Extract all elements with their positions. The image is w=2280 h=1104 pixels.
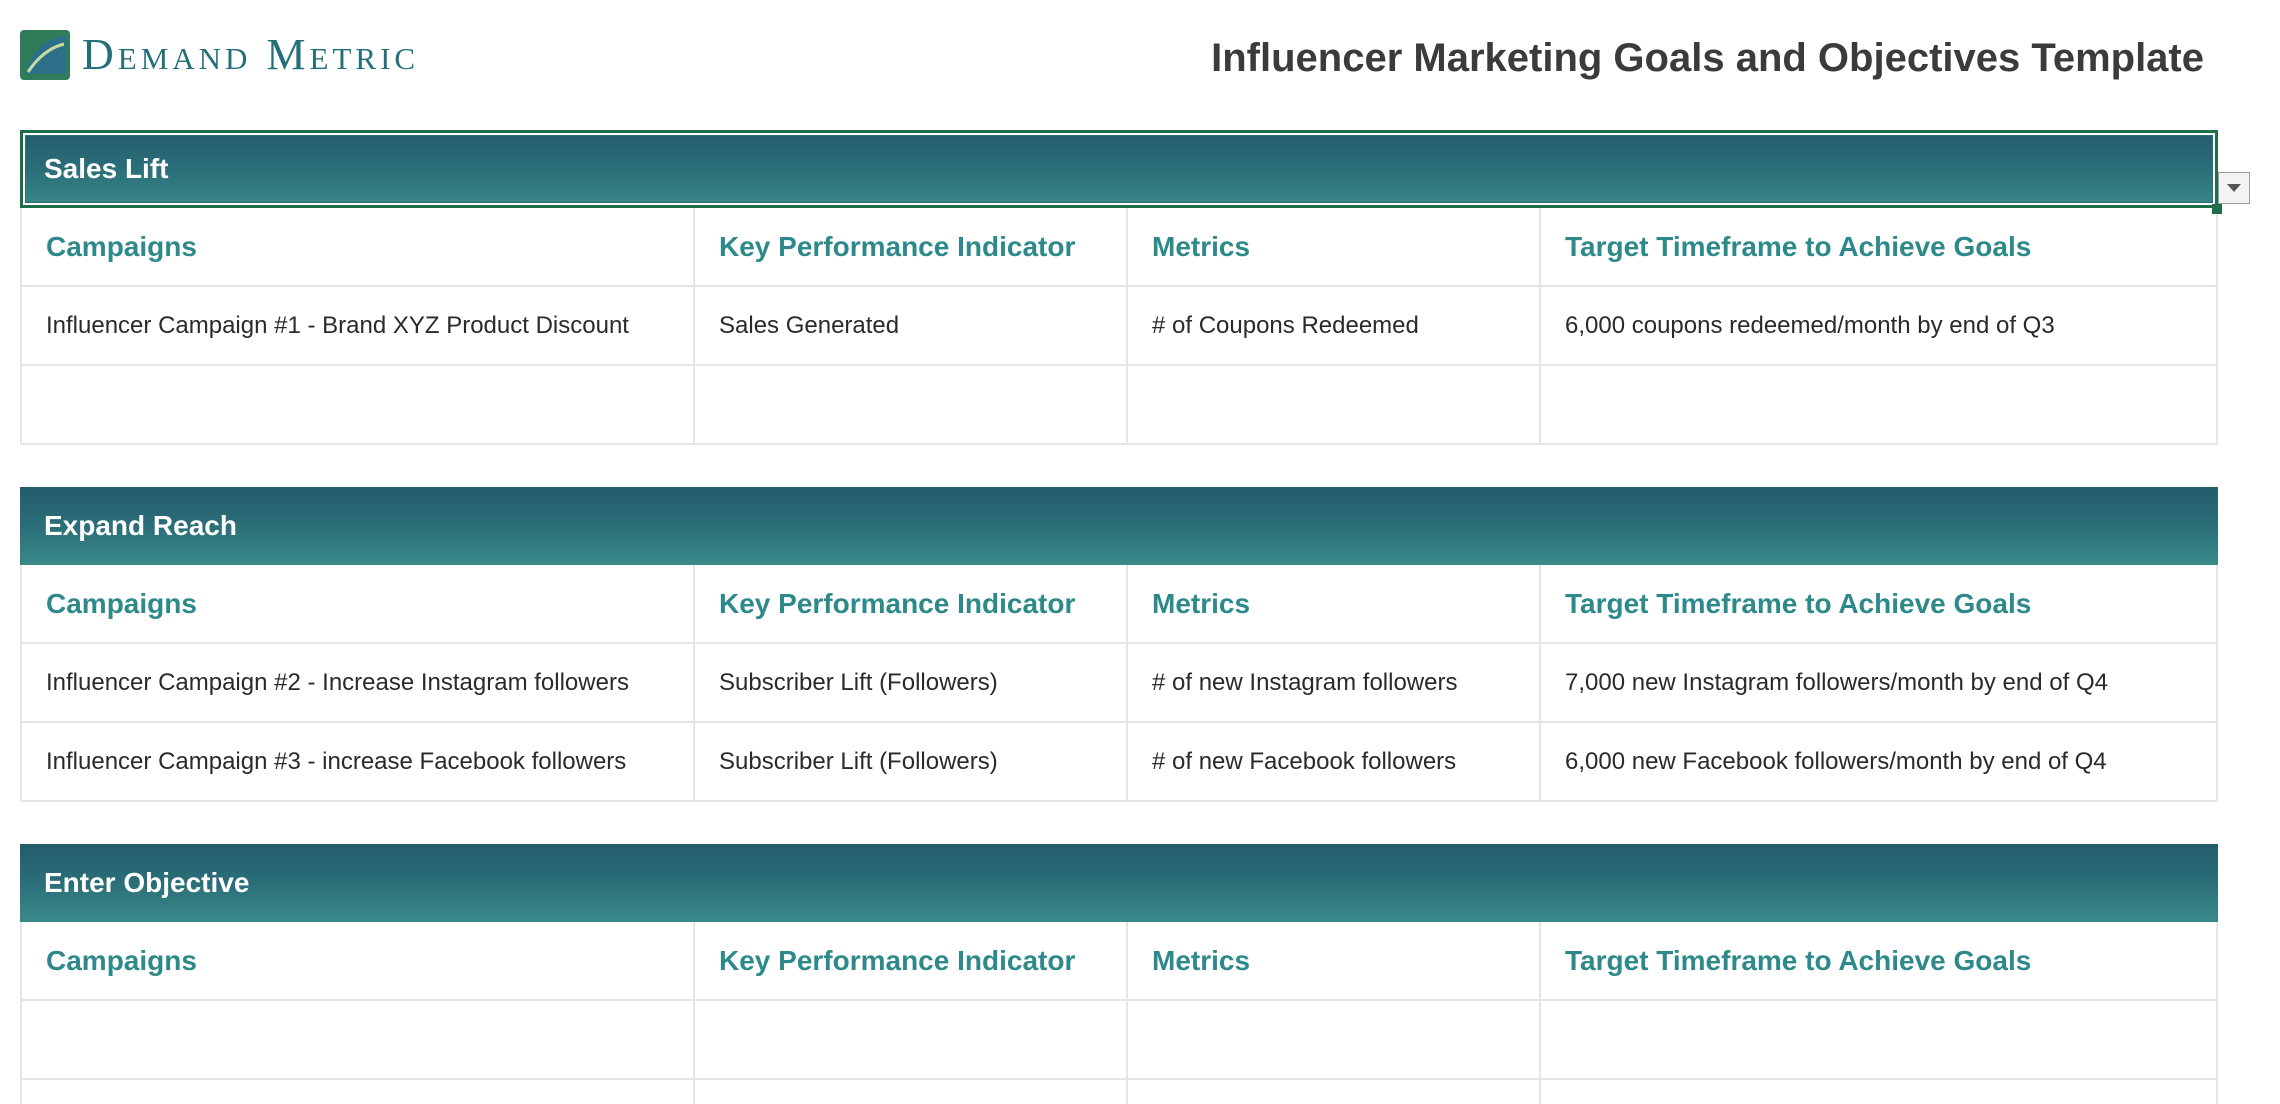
table-cell[interactable]: 6,000 new Facebook followers/month by en…	[1541, 723, 2218, 802]
column-header: Metrics	[1128, 208, 1541, 287]
table-cell[interactable]	[1541, 366, 2218, 445]
table-cell[interactable]	[20, 1080, 695, 1104]
column-header: Target Timeframe to Achieve Goals	[1541, 208, 2218, 287]
column-header: Metrics	[1128, 565, 1541, 644]
column-header: Key Performance Indicator	[695, 922, 1128, 1001]
table-cell[interactable]: # of new Facebook followers	[1128, 723, 1541, 802]
table-cell[interactable]: Sales Generated	[695, 287, 1128, 366]
section-title: Sales Lift	[44, 153, 169, 184]
section-table: Campaigns Key Performance Indicator Metr…	[20, 565, 2218, 802]
section-expand-reach: Expand Reach Campaigns Key Performance I…	[20, 487, 2218, 802]
table-cell[interactable]	[1541, 1001, 2218, 1080]
table-cell[interactable]	[20, 1001, 695, 1080]
dropdown-button[interactable]	[2218, 172, 2250, 204]
logo-text: Demand Metric	[82, 30, 420, 79]
column-header: Campaigns	[20, 922, 695, 1001]
chevron-down-icon	[2227, 184, 2241, 192]
column-header: Metrics	[1128, 922, 1541, 1001]
table-cell[interactable]: Influencer Campaign #1 - Brand XYZ Produ…	[20, 287, 695, 366]
section-banner[interactable]: Expand Reach	[20, 487, 2218, 565]
column-header: Campaigns	[20, 208, 695, 287]
page: Demand Metric Influencer Marketing Goals…	[0, 0, 2280, 1104]
section-sales-lift: Sales Lift Campaigns Key Performance Ind…	[20, 130, 2218, 445]
table-cell[interactable]	[1128, 1080, 1541, 1104]
page-title: Influencer Marketing Goals and Objective…	[1211, 36, 2204, 80]
table-cell[interactable]: Influencer Campaign #2 - Increase Instag…	[20, 644, 695, 723]
column-header: Key Performance Indicator	[695, 208, 1128, 287]
table-cell[interactable]: Subscriber Lift (Followers)	[695, 723, 1128, 802]
section-table: Campaigns Key Performance Indicator Metr…	[20, 922, 2218, 1104]
column-header: Key Performance Indicator	[695, 565, 1128, 644]
table-cell[interactable]: 7,000 new Instagram followers/month by e…	[1541, 644, 2218, 723]
table-cell[interactable]	[1128, 366, 1541, 445]
section-title: Enter Objective	[44, 867, 250, 898]
section-table: Campaigns Key Performance Indicator Metr…	[20, 208, 2218, 445]
table-cell[interactable]	[1541, 1080, 2218, 1104]
section-enter-objective: Enter Objective Campaigns Key Performanc…	[20, 844, 2218, 1104]
table-cell[interactable]	[695, 366, 1128, 445]
table-cell[interactable]: # of Coupons Redeemed	[1128, 287, 1541, 366]
table-cell[interactable]: # of new Instagram followers	[1128, 644, 1541, 723]
demand-metric-logo-icon	[20, 30, 70, 80]
table-cell[interactable]	[695, 1080, 1128, 1104]
section-banner[interactable]: Sales Lift	[20, 130, 2218, 208]
table-cell[interactable]	[695, 1001, 1128, 1080]
selection-handle[interactable]	[2212, 204, 2222, 214]
table-cell[interactable]: Subscriber Lift (Followers)	[695, 644, 1128, 723]
column-header: Campaigns	[20, 565, 695, 644]
section-banner[interactable]: Enter Objective	[20, 844, 2218, 922]
table-cell[interactable]	[20, 366, 695, 445]
table-cell[interactable]: 6,000 coupons redeemed/month by end of Q…	[1541, 287, 2218, 366]
logo: Demand Metric	[20, 30, 419, 80]
section-title: Expand Reach	[44, 510, 237, 541]
table-cell[interactable]: Influencer Campaign #3 - increase Facebo…	[20, 723, 695, 802]
column-header: Target Timeframe to Achieve Goals	[1541, 922, 2218, 1001]
table-cell[interactable]	[1128, 1001, 1541, 1080]
column-header: Target Timeframe to Achieve Goals	[1541, 565, 2218, 644]
